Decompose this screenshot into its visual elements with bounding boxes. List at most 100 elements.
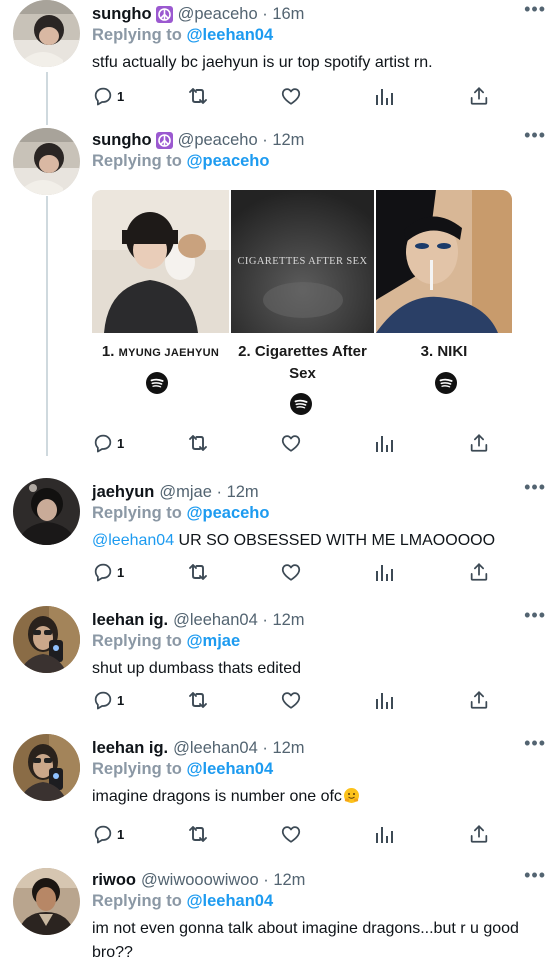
like-button[interactable] (280, 822, 302, 846)
reply-button[interactable]: 1 (92, 431, 124, 455)
display-name[interactable]: leehan ig. (92, 739, 168, 758)
replying-label: Replying to (92, 504, 182, 522)
more-options-icon[interactable]: ••• (524, 126, 546, 144)
display-name[interactable]: sungho (92, 131, 152, 150)
handle-text: @peaceho (177, 130, 258, 149)
replying-to-mention[interactable]: @leehan04 (186, 26, 273, 44)
replying-to: Replying to @leehan04 (92, 26, 546, 48)
handle[interactable]: @mjae · 12m (159, 483, 258, 502)
retweet-icon (189, 435, 207, 451)
reply-count: 1 (117, 692, 125, 708)
share-icon (470, 563, 488, 581)
tweet-text: imagine dragons is number one ofc (92, 785, 546, 809)
handle[interactable]: @peaceho · 16m (178, 5, 305, 24)
avatar[interactable] (13, 128, 80, 195)
tweet[interactable]: riwoo @wiwooowiwoo · 12m ••• Replying to… (0, 866, 560, 960)
more-options-icon[interactable]: ••• (524, 734, 546, 752)
separator: · (216, 482, 222, 501)
reply-icon (94, 87, 112, 106)
handle[interactable]: @peaceho · 12m (178, 131, 305, 150)
reply-count: 1 (117, 88, 125, 104)
more-options-icon[interactable]: ••• (524, 606, 546, 624)
share-button[interactable] (468, 431, 490, 455)
share-icon (470, 825, 488, 843)
media-image-1[interactable] (92, 190, 229, 333)
avatar[interactable] (13, 734, 80, 801)
display-name[interactable]: sungho (92, 5, 152, 24)
handle[interactable]: @wiwooowiwoo · 12m (141, 871, 305, 890)
analytics-icon (376, 565, 393, 581)
display-name[interactable]: leehan ig. (92, 611, 168, 630)
action-bar: 1 (92, 431, 492, 455)
reply-button[interactable]: 1 (92, 84, 124, 108)
like-button[interactable] (280, 84, 302, 108)
display-name[interactable]: jaehyun (92, 483, 154, 502)
tweet-header: sungho @peaceho · 12m (92, 128, 546, 152)
artist-rank: 2. (238, 343, 251, 360)
separator: · (262, 4, 268, 23)
avatar[interactable] (13, 606, 80, 673)
avatar[interactable] (13, 868, 80, 935)
more-options-icon[interactable]: ••• (524, 478, 546, 496)
handle[interactable]: @leehan04 · 12m (173, 739, 304, 758)
spotify-icon[interactable] (290, 393, 312, 415)
retweet-button[interactable] (186, 560, 210, 584)
media-image-2[interactable]: CIGARETTES AFTER SEX (231, 190, 374, 333)
share-button[interactable] (468, 84, 490, 108)
retweet-button[interactable] (186, 431, 210, 455)
media-card[interactable]: CIGARETTES AFTER SEX 1. MYUNG JAEHYUN 2.… (92, 190, 512, 418)
like-button[interactable] (280, 688, 302, 712)
replying-to-mention[interactable]: @mjae (186, 632, 240, 650)
handle[interactable]: @leehan04 · 12m (173, 611, 304, 630)
reply-button[interactable]: 1 (92, 688, 124, 712)
analytics-button[interactable] (374, 560, 394, 584)
analytics-button[interactable] (374, 688, 394, 712)
share-button[interactable] (468, 822, 490, 846)
analytics-button[interactable] (374, 431, 394, 455)
replying-label: Replying to (92, 26, 182, 44)
share-button[interactable] (468, 560, 490, 584)
avatar-image (13, 734, 80, 801)
replying-to-mention[interactable]: @leehan04 (186, 892, 273, 910)
avatar[interactable] (13, 0, 80, 67)
separator: · (263, 870, 269, 889)
replying-to-mention[interactable]: @leehan04 (186, 760, 273, 778)
analytics-button[interactable] (374, 84, 394, 108)
handle-text: @leehan04 (173, 610, 258, 629)
like-button[interactable] (280, 560, 302, 584)
separator: · (262, 130, 268, 149)
reply-button[interactable]: 1 (92, 560, 124, 584)
more-options-icon[interactable]: ••• (524, 866, 546, 884)
media-image-3[interactable] (376, 190, 512, 333)
spotify-icon[interactable] (435, 372, 457, 394)
retweet-icon (189, 826, 207, 842)
replying-to-mention[interactable]: @peaceho (186, 504, 269, 522)
action-bar: 1 (92, 688, 492, 712)
replying-label: Replying to (92, 760, 182, 778)
reply-icon (94, 825, 112, 844)
replying-to-mention[interactable]: @peaceho (186, 152, 269, 170)
retweet-icon (189, 564, 207, 580)
action-bar: 1 (92, 560, 492, 584)
tweet-text-body: UR SO OBSESSED WITH ME LMAOOOOO (178, 532, 496, 549)
spotify-icon[interactable] (146, 372, 168, 394)
handle-text: @wiwooowiwoo (141, 870, 259, 889)
reply-button[interactable]: 1 (92, 822, 124, 846)
retweet-button[interactable] (186, 822, 210, 846)
retweet-button[interactable] (186, 688, 210, 712)
reply-icon (94, 434, 112, 453)
like-button[interactable] (280, 431, 302, 455)
analytics-button[interactable] (374, 822, 394, 846)
share-button[interactable] (468, 688, 490, 712)
text-mention[interactable]: @leehan04 (92, 532, 174, 549)
display-name[interactable]: riwoo (92, 871, 136, 890)
more-options-icon[interactable]: ••• (524, 0, 546, 18)
avatar[interactable] (13, 478, 80, 545)
replying-label: Replying to (92, 892, 182, 910)
artist-label-2: 2. Cigarettes After Sex (231, 341, 374, 385)
tweet-text: stfu actually bc jaehyun is ur top spoti… (92, 54, 433, 71)
action-bar: 1 (92, 84, 492, 108)
handle-text: @mjae (159, 482, 212, 501)
tweet-header: leehan ig. @leehan04 · 12m (92, 736, 546, 760)
retweet-button[interactable] (186, 84, 210, 108)
